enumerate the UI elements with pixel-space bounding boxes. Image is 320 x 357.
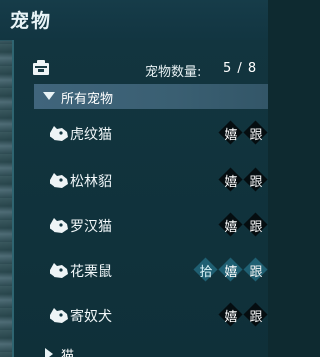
- follow-button[interactable]: 跟: [243, 302, 268, 327]
- follow-button[interactable]: 跟: [243, 120, 268, 145]
- pet-name: 花栗鼠: [70, 264, 112, 280]
- pet-count-row: 宠物数量: 5 / 8: [12, 58, 268, 82]
- pet-head-icon: [49, 308, 68, 323]
- follow-button[interactable]: 跟: [243, 167, 268, 192]
- interact-button[interactable]: 嬉: [218, 212, 243, 237]
- pet-row-jinu-dog[interactable]: 寄奴犬 嬉 跟: [12, 301, 268, 329]
- pet-name: 罗汉猫: [70, 219, 112, 235]
- follow-button[interactable]: 跟: [243, 257, 268, 282]
- window-title: 宠物: [10, 10, 53, 32]
- pet-row-chipmunk[interactable]: 花栗鼠 拾 嬉 跟: [12, 256, 268, 284]
- pet-window: 宠物 宠物数量: 5 / 8 所有宠物 虎纹猫 嬉 跟 松林貂 嬉 跟 罗汉猫 …: [0, 0, 268, 357]
- follow-button[interactable]: 跟: [243, 212, 268, 237]
- expand-arrow-icon: [43, 92, 55, 100]
- pet-name: 寄奴犬: [70, 309, 112, 325]
- interact-button[interactable]: 嬉: [218, 257, 243, 282]
- title-bar: 宠物: [0, 0, 268, 41]
- group-label: 猫: [61, 349, 75, 357]
- interact-button[interactable]: 嬉: [218, 302, 243, 327]
- pet-row-pine-marten[interactable]: 松林貂 嬉 跟: [12, 166, 268, 194]
- pet-name: 虎纹猫: [70, 127, 112, 143]
- pick-up-button[interactable]: 拾: [193, 257, 218, 282]
- pet-head-icon: [49, 126, 68, 141]
- group-header-cat[interactable]: 猫: [34, 342, 268, 357]
- pet-count-value: 5 / 8: [223, 61, 258, 76]
- group-header-all-pets[interactable]: 所有宠物: [34, 84, 268, 109]
- group-label: 所有宠物: [61, 92, 114, 107]
- pet-head-icon: [49, 173, 68, 188]
- pet-row-luohan-cat[interactable]: 罗汉猫 嬉 跟: [12, 211, 268, 239]
- pet-row-tiger-cat[interactable]: 虎纹猫 嬉 跟: [12, 119, 268, 147]
- pet-name: 松林貂: [70, 174, 112, 190]
- pet-count-label: 宠物数量:: [145, 65, 202, 80]
- game-background: [0, 0, 12, 357]
- pet-head-icon: [49, 263, 68, 278]
- collapse-arrow-icon: [45, 348, 53, 357]
- interact-button[interactable]: 嬉: [218, 120, 243, 145]
- pet-bag-icon: [33, 60, 49, 75]
- interact-button[interactable]: 嬉: [218, 167, 243, 192]
- pet-head-icon: [49, 218, 68, 233]
